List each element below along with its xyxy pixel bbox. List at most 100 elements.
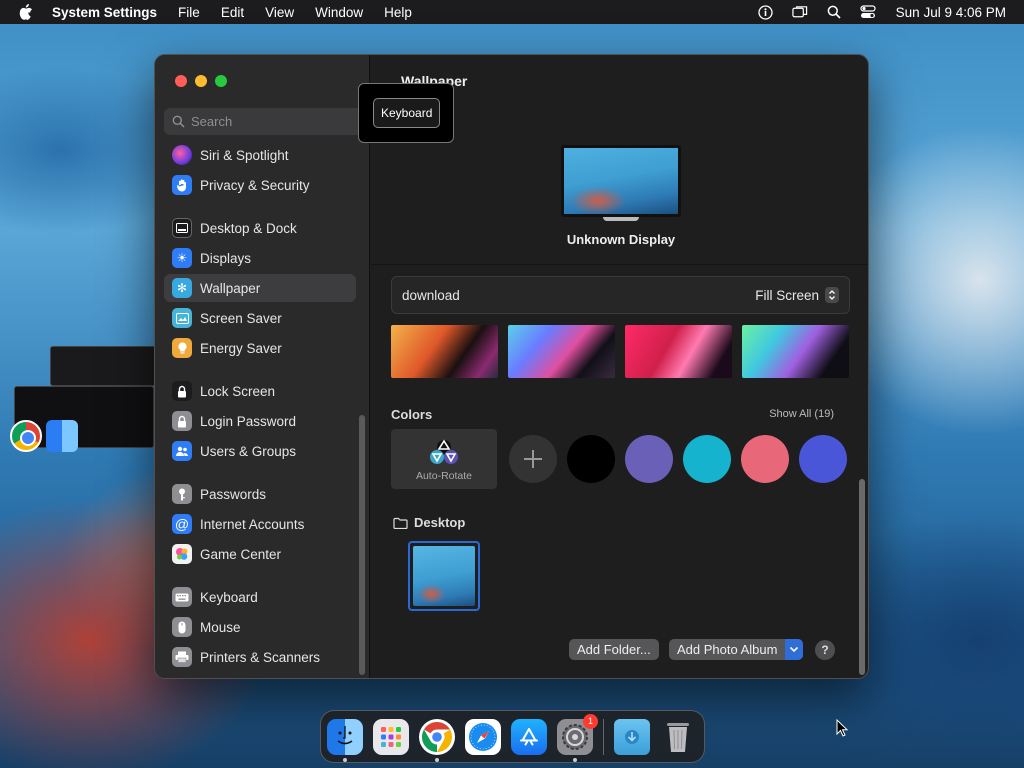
colors-heading: Colors [391, 407, 433, 422]
sidebar-item-energy-saver[interactable]: Energy Saver [164, 334, 356, 362]
chevron-down-icon[interactable] [785, 639, 804, 660]
menu-window[interactable]: Window [315, 5, 363, 20]
downloads-folder-icon[interactable] [614, 718, 650, 755]
display-name: Unknown Display [566, 232, 676, 247]
screen-mirroring-icon[interactable] [792, 4, 808, 20]
sidebar-item-printers-scanners[interactable]: Printers & Scanners [164, 643, 356, 671]
color-swatch-blue[interactable] [799, 435, 847, 483]
sidebar-item-passwords[interactable]: Passwords [164, 480, 356, 508]
system-settings-window: Search Siri & Spotlight Privacy & Securi… [154, 54, 869, 679]
sidebar-item-privacy-security[interactable]: Privacy & Security [164, 171, 356, 199]
sidebar-item-lock-screen[interactable]: Lock Screen [164, 377, 356, 405]
sidebar-item-wallpaper[interactable]: ✻ Wallpaper [164, 274, 356, 302]
plus-icon [524, 450, 542, 468]
zoom-button[interactable] [215, 75, 227, 87]
color-swatch-teal[interactable] [683, 435, 731, 483]
add-color-button[interactable] [509, 435, 557, 483]
wallpaper-thumbnail[interactable] [508, 325, 615, 378]
color-swatch-black[interactable] [567, 435, 615, 483]
color-swatch-pink[interactable] [741, 435, 789, 483]
apple-menu-icon[interactable] [18, 4, 34, 20]
desktop-folder-label: Desktop [414, 515, 466, 530]
main-panel: Wallpaper Unknown Display download Fill … [371, 55, 868, 678]
lock-icon [172, 411, 192, 431]
launchpad-icon[interactable] [373, 718, 409, 755]
finder-icon[interactable] [46, 420, 78, 452]
main-scrollbar[interactable] [859, 479, 865, 675]
app-store-icon[interactable] [511, 718, 547, 755]
display-stand [603, 217, 639, 221]
sidebar-item-label: Printers & Scanners [200, 649, 321, 665]
close-button[interactable] [175, 75, 187, 87]
sidebar-item-label: Displays [200, 250, 252, 266]
bulb-icon [172, 338, 192, 358]
sidebar-item-label: Screen Saver [200, 310, 282, 326]
safari-icon[interactable] [465, 718, 501, 755]
sidebar-item-siri-spotlight[interactable]: Siri & Spotlight [164, 141, 356, 169]
game-center-icon [172, 544, 192, 564]
wallpaper-thumbnail[interactable] [391, 325, 498, 378]
search-placeholder: Search [191, 114, 233, 129]
color-swatch-purple[interactable] [625, 435, 673, 483]
display-preview[interactable] [561, 145, 681, 217]
finder-icon[interactable] [327, 718, 363, 762]
show-all-button[interactable]: Show All (19) [769, 408, 834, 420]
chrome-icon[interactable] [419, 718, 455, 762]
spotlight-search-icon[interactable] [826, 4, 842, 20]
add-photo-album-button[interactable]: Add Photo Album [669, 639, 804, 660]
key-icon [172, 484, 192, 504]
fit-mode-label: Fill Screen [755, 287, 819, 303]
sidebar-item-label: Mouse [200, 619, 241, 635]
sun-icon: ☀ [172, 248, 192, 268]
menu-view[interactable]: View [265, 5, 294, 20]
sidebar-item-users-groups[interactable]: Users & Groups [164, 437, 356, 465]
keyboard-icon [172, 587, 192, 607]
sidebar-scrollbar[interactable] [359, 415, 365, 675]
control-center-icon[interactable] [860, 4, 876, 20]
desktop-wallpaper-thumbnail[interactable] [408, 541, 480, 611]
fit-mode-popup[interactable]: Fill Screen [755, 287, 839, 303]
menu-bar: System Settings File Edit View Window He… [0, 0, 1024, 24]
divider [371, 264, 868, 265]
sidebar-item-displays[interactable]: ☀ Displays [164, 244, 356, 272]
sidebar-item-game-center[interactable]: Game Center [164, 540, 356, 568]
chrome-icon[interactable] [10, 420, 42, 452]
sidebar-item-label: Passwords [200, 486, 267, 502]
mouse-cursor-icon [836, 718, 849, 740]
mouse-icon [172, 617, 192, 637]
flower-icon: ✻ [172, 278, 192, 298]
minimize-button[interactable] [195, 75, 207, 87]
sidebar-item-screen-saver[interactable]: Screen Saver [164, 304, 356, 332]
colors-row: Auto-Rotate [391, 429, 851, 489]
menu-edit[interactable]: Edit [221, 5, 244, 20]
siri-icon [172, 145, 192, 165]
menu-app-name[interactable]: System Settings [52, 5, 157, 20]
hand-icon [172, 175, 192, 195]
trash-icon[interactable] [660, 719, 696, 755]
sidebar-item-desktop-dock[interactable]: Desktop & Dock [164, 214, 356, 242]
dock-icon [172, 218, 192, 238]
menu-file[interactable]: File [178, 5, 200, 20]
help-button[interactable]: ? [815, 640, 835, 660]
add-folder-button[interactable]: Add Folder... [569, 639, 659, 660]
wallpaper-thumbnail[interactable] [742, 325, 849, 378]
background-window-thumbnail[interactable] [50, 346, 160, 386]
menu-help[interactable]: Help [384, 5, 412, 20]
sidebar-item-mouse[interactable]: Mouse [164, 613, 356, 641]
sidebar-item-login-password[interactable]: Login Password [164, 407, 356, 435]
system-settings-icon[interactable]: 1 [557, 713, 598, 762]
sidebar-item-keyboard[interactable]: Keyboard [164, 583, 356, 611]
auto-rotate-tile[interactable]: Auto-Rotate [391, 429, 497, 489]
search-icon [172, 115, 185, 128]
menu-clock[interactable]: Sun Jul 9 4:06 PM [896, 5, 1006, 20]
users-icon [172, 441, 192, 461]
wallpaper-thumbnail[interactable] [625, 325, 732, 378]
folder-icon [393, 517, 408, 529]
screen-saver-icon [172, 308, 192, 328]
accessibility-icon[interactable] [758, 4, 774, 20]
window-controls [175, 75, 227, 87]
tooltip: Keyboard [358, 83, 454, 143]
sidebar-list: Siri & Spotlight Privacy & Security Desk… [164, 141, 356, 673]
sidebar-item-internet-accounts[interactable]: @ Internet Accounts [164, 510, 356, 538]
search-field[interactable]: Search [164, 108, 364, 135]
